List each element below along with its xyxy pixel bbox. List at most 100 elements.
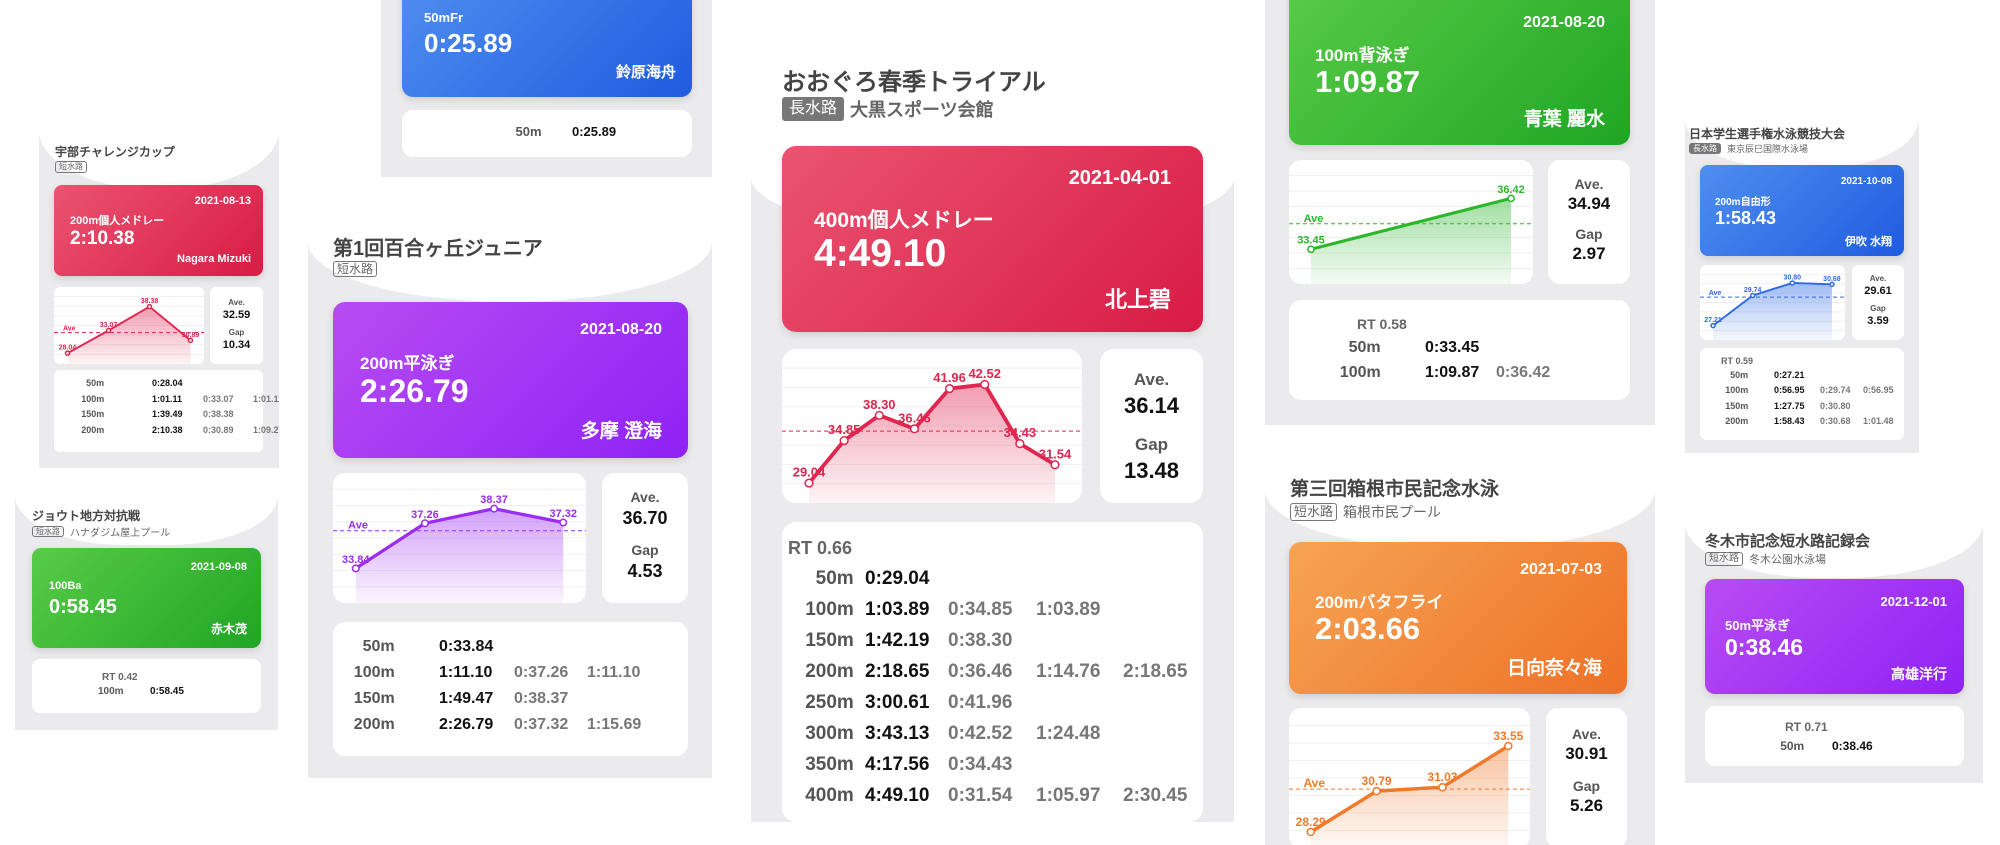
split-distance: 100m xyxy=(1725,385,1749,396)
result-hero[interactable]: 2021-08-20 200m平泳ぎ 2:26.79 多摩 澄海 xyxy=(333,302,688,458)
venue-name: 東京辰巳国際水泳場 xyxy=(1727,144,1809,154)
split-lap: 0:37.26 xyxy=(514,664,569,681)
meet-card-ube[interactable]: 宇部チャレンジカップ 短水路 2021-08-13 200m個人メドレー 2:1… xyxy=(39,130,279,468)
final-time: 0:38.46 xyxy=(1725,634,1804,660)
data-point xyxy=(420,519,429,528)
swimmer-name: 伊吹 水翔 xyxy=(1844,236,1892,248)
ave-label: Ave. xyxy=(1571,726,1602,742)
result-hero[interactable]: 50mFr 0:25.89 鈴原海舟 xyxy=(402,0,692,97)
data-label: 42.52 xyxy=(968,366,1001,381)
data-point xyxy=(980,379,990,390)
split-time: 1:49.47 xyxy=(439,690,494,707)
gap-value: 3.59 xyxy=(1867,315,1889,327)
data-point xyxy=(1438,782,1447,792)
splits-table: RT 0.42 100m 0:58.45 xyxy=(32,659,261,713)
split-time: 0:28.04 xyxy=(152,378,183,388)
split-distance: 50m xyxy=(362,638,395,655)
result-hero[interactable]: 2021-07-03 200mバタフライ 2:03.66 日向奈々海 xyxy=(1289,542,1627,694)
pool-type-badge: 短水路 xyxy=(1705,552,1743,566)
event-name: 200m自由形 xyxy=(1715,197,1771,208)
meet-card-gakusei[interactable]: 日本学生選手権水泳競技大会 長水路 東京辰巳国際水泳場 2021-10-08 2… xyxy=(1685,118,1919,453)
event-name: 200m個人メドレー xyxy=(70,215,165,227)
final-time: 0:58.45 xyxy=(49,596,117,618)
splits-table: RT 0.58 50m 0:33.45 100m 1:09.87 0:36.42 xyxy=(1289,300,1630,400)
data-label: 30.89 xyxy=(182,332,200,339)
split-lap: 1:03.89 xyxy=(1036,599,1101,620)
meet-card-fuyuki[interactable]: 冬木市記念短水路記録会 短水路 冬木公園水泳場 2021-12-01 50m平泳… xyxy=(1685,523,1983,783)
average-label: Ave xyxy=(348,520,368,532)
gap-label: Gap xyxy=(228,328,245,337)
split-time: 1:27.75 xyxy=(1774,400,1805,411)
meet-title: 第三回箱根市民記念水泳 xyxy=(1290,479,1500,500)
result-hero[interactable]: 2021-08-13 200m個人メドレー 2:10.38 Nagara Miz… xyxy=(54,185,263,276)
split-lap: 0:42.52 xyxy=(948,723,1013,744)
venue-name: 箱根市民プール xyxy=(1343,504,1442,520)
meet-card-yurigaoka[interactable]: 第1回百合ヶ丘ジュニア 短水路 2021-08-20 200m平泳ぎ 2:26.… xyxy=(308,212,712,778)
split-time: 2:26.79 xyxy=(439,716,494,733)
split-distance: 200m xyxy=(81,424,105,435)
final-time: 1:58.43 xyxy=(1715,208,1777,228)
data-label: 36.42 xyxy=(1497,184,1525,196)
data-point xyxy=(1789,280,1796,286)
split-lap: 0:34.85 xyxy=(948,599,1013,620)
data-label: 33.07 xyxy=(100,322,118,329)
result-hero[interactable]: 2021-08-20 100m背泳ぎ 1:09.87 青葉 麗水 xyxy=(1289,0,1630,145)
splits-table: RT 0.66 50m 0:29.04 100m 1:03.89 0:34.85 1:03… xyxy=(782,522,1203,822)
split-distance: 100m xyxy=(353,664,395,681)
split-lap: 2:18.65 xyxy=(1123,661,1188,682)
swimmer-name: 北上碧 xyxy=(1104,287,1171,312)
split-time: 2:10.38 xyxy=(152,424,183,435)
ave-value: 36.70 xyxy=(622,508,668,528)
pool-type-badge: 短水路 xyxy=(333,261,378,278)
meet-card-ooguro[interactable]: おおぐろ春季トライアル 長水路 大黒スポーツ会館 2021-04-01 400m… xyxy=(751,32,1234,822)
split-lap: 1:24.48 xyxy=(1036,723,1101,744)
split-time: 1:42.19 xyxy=(865,630,930,651)
split-distance: 50m xyxy=(515,124,542,139)
data-point xyxy=(1710,322,1716,329)
result-hero[interactable]: 2021-12-01 50m平泳ぎ 0:38.46 高雄洋行 xyxy=(1705,579,1964,694)
meet-title: おおぐろ春季トライアル xyxy=(782,69,1046,96)
split-distance: 200m xyxy=(805,661,854,682)
split-distance: 300m xyxy=(805,723,854,744)
data-label: 33.45 xyxy=(1297,235,1325,247)
split-time: 1:39.49 xyxy=(152,409,183,419)
data-label: 30.80 xyxy=(1784,274,1802,281)
split-distance: 400m xyxy=(805,785,854,806)
split-chart: Ave 27.21 29.74 30.80 30.68 xyxy=(1700,265,1845,340)
meet-card-aoba[interactable]: 2021-08-20 100m背泳ぎ 1:09.87 青葉 麗水 Ave 33.4… xyxy=(1265,0,1655,425)
split-time: 0:27.21 xyxy=(1774,370,1805,380)
race-date: 2021-10-08 xyxy=(1840,176,1892,187)
data-label: 30.79 xyxy=(1362,774,1392,788)
stats-box: Ave. 34.94 Gap 2.97 xyxy=(1548,160,1630,284)
result-hero[interactable]: 2021-04-01 400m個人メドレー 4:49.10 北上碧 xyxy=(782,146,1203,332)
ave-label: Ave. xyxy=(1574,176,1604,192)
split-distance: 50m xyxy=(1780,739,1805,753)
data-label: 37.26 xyxy=(411,509,439,521)
split-distance: 50m xyxy=(1348,339,1381,356)
lap-line-chart: Ave 28.29 30.79 31.03 33.55 xyxy=(1289,725,1530,845)
result-hero[interactable]: 2021-09-08 100Ba 0:58.45 赤木茂 xyxy=(32,548,261,648)
data-label: 38.38 xyxy=(141,298,159,305)
meet-card-50fr[interactable]: 50mFr 0:25.89 鈴原海舟 50m 0:25.89 xyxy=(381,0,712,177)
gap-value: 13.48 xyxy=(1123,458,1180,483)
data-point xyxy=(1307,245,1315,254)
data-point xyxy=(944,383,955,394)
splits-table: 50m 0:28.04 100m 1:01.11 0:33.07 1:01.11 150m 1… xyxy=(54,370,279,452)
meet-card-johto[interactable]: ジョウト地方対抗戦 短水路 ハナダジム屋上プール 2021-09-08 100B… xyxy=(15,495,278,730)
ave-label: Ave. xyxy=(1133,370,1170,389)
event-name: 50m平泳ぎ xyxy=(1725,618,1791,633)
data-point xyxy=(1372,786,1381,796)
result-hero[interactable]: 2021-10-08 200m自由形 1:58.43 伊吹 水翔 xyxy=(1700,165,1904,256)
split-chart: Ave 28.29 30.79 31.03 33.55 xyxy=(1289,708,1530,845)
final-time: 0:25.89 xyxy=(424,28,513,58)
split-time: 1:03.89 xyxy=(865,599,930,620)
meet-card-hakone[interactable]: 第三回箱根市民記念水泳 短水路 箱根市民プール 2021-07-03 200mバ… xyxy=(1265,455,1655,845)
ave-value: 32.59 xyxy=(222,309,251,321)
data-point xyxy=(909,424,920,434)
data-label: 41.96 xyxy=(933,370,966,385)
stats-box: Ave. 30.91 Gap 5.26 xyxy=(1546,708,1627,845)
data-label: 36.46 xyxy=(898,410,931,425)
data-label: 31.54 xyxy=(1039,446,1072,461)
final-time: 1:09.87 xyxy=(1315,64,1421,99)
data-point xyxy=(559,518,568,527)
